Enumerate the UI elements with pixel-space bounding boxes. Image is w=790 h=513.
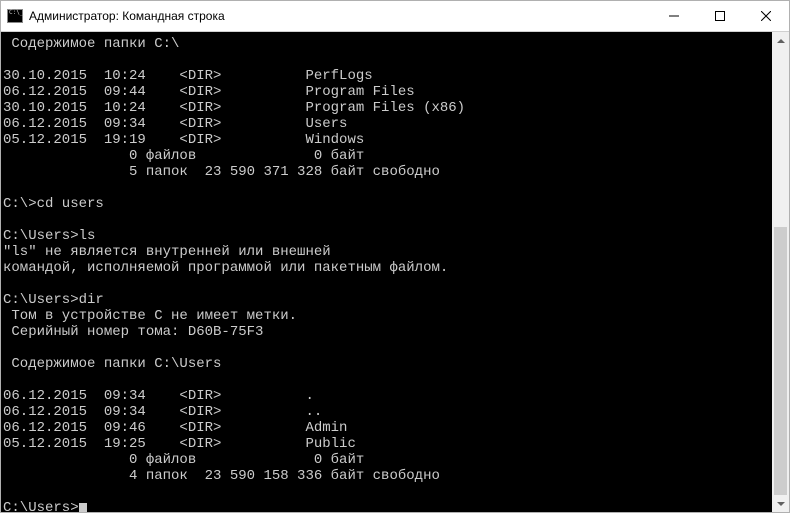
scroll-track[interactable] <box>772 49 789 495</box>
body-area: Содержимое папки C:\ 30.10.2015 10:24 <D… <box>1 32 789 512</box>
titlebar-left: Администратор: Командная строка <box>1 9 225 23</box>
window-controls <box>651 1 789 31</box>
minimize-button[interactable] <box>651 1 697 31</box>
chevron-down-icon <box>777 502 785 506</box>
scroll-thumb[interactable] <box>774 227 787 495</box>
cmd-window: Администратор: Командная строка Содержим… <box>0 0 790 513</box>
titlebar[interactable]: Администратор: Командная строка <box>1 1 789 32</box>
vertical-scrollbar[interactable] <box>772 32 789 512</box>
cmd-app-icon <box>7 9 23 23</box>
maximize-button[interactable] <box>697 1 743 31</box>
cursor <box>79 503 87 512</box>
maximize-icon <box>715 11 725 21</box>
close-button[interactable] <box>743 1 789 31</box>
chevron-up-icon <box>777 39 785 43</box>
terminal-output[interactable]: Содержимое папки C:\ 30.10.2015 10:24 <D… <box>1 32 772 512</box>
minimize-icon <box>669 11 679 21</box>
scroll-up-button[interactable] <box>772 32 789 49</box>
close-icon <box>761 11 771 21</box>
window-title: Администратор: Командная строка <box>29 9 225 23</box>
scroll-down-button[interactable] <box>772 495 789 512</box>
